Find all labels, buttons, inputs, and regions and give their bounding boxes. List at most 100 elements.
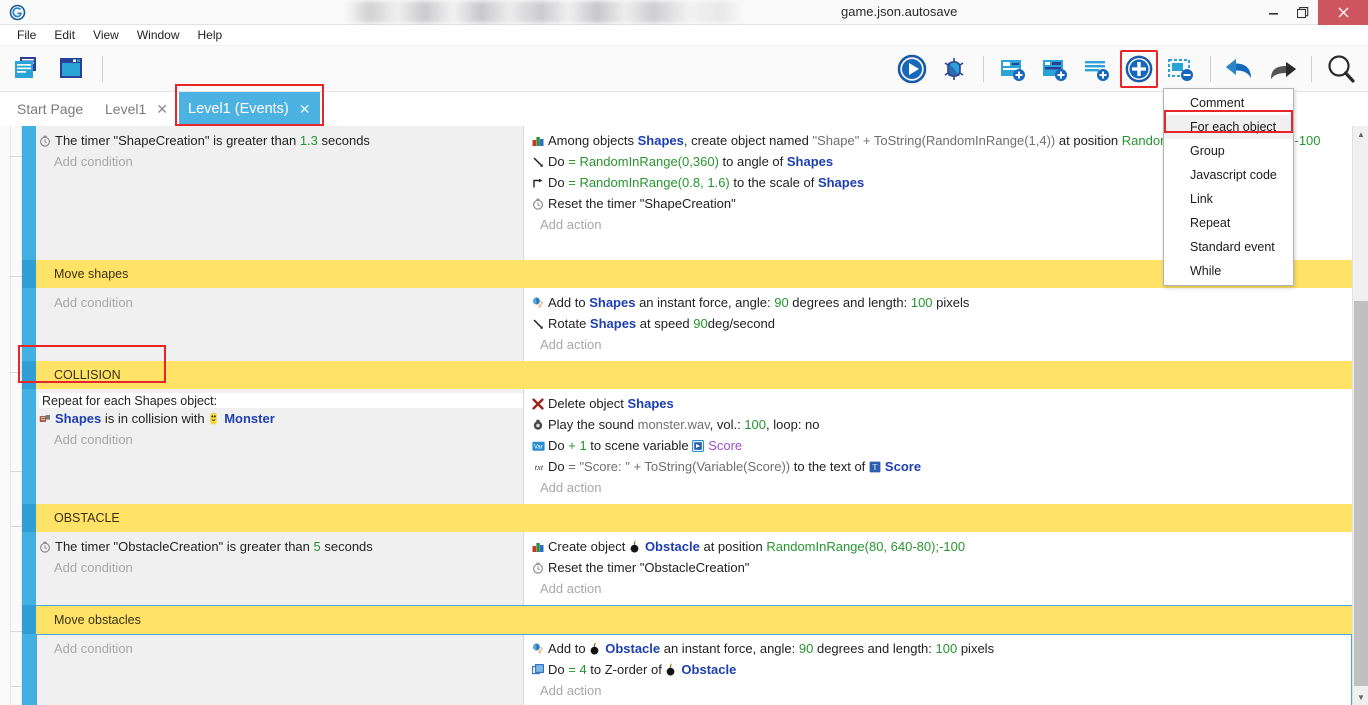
- obstacle-group[interactable]: OBSTACLE: [22, 504, 1352, 532]
- move-obstacles-event[interactable]: Add condition Add to Obstacle an instant …: [22, 634, 1352, 705]
- instruction-text: to Z-order of: [587, 662, 666, 677]
- vertical-scrollbar[interactable]: ▲ ▼: [1352, 126, 1368, 705]
- collision-foreach-event[interactable]: Repeat for each Shapes object:Shapes is …: [22, 389, 1352, 504]
- scrollbar-thumb[interactable]: [1354, 301, 1368, 686]
- add-action-placeholder[interactable]: Add action: [532, 477, 1352, 498]
- menu-help[interactable]: Help: [189, 26, 232, 44]
- add-sub-event-icon[interactable]: [994, 50, 1032, 88]
- instruction-line[interactable]: Create object Obstacle at position Rando…: [532, 536, 1352, 557]
- instruction-text: at speed: [636, 316, 693, 331]
- move-shapes-event[interactable]: Add condition Add to Shapes an instant fo…: [22, 288, 1352, 361]
- move-shapes-group[interactable]: Move shapes: [22, 260, 1352, 288]
- menu-edit[interactable]: Edit: [45, 26, 84, 44]
- instruction-line[interactable]: The timer "ShapeCreation" is greater tha…: [39, 130, 523, 151]
- conditions-column[interactable]: Add condition: [36, 634, 524, 705]
- add-event-dropdown-menu[interactable]: CommentFor each objectGroupJavascript co…: [1163, 88, 1294, 286]
- group-title[interactable]: OBSTACLE: [36, 504, 1352, 532]
- text-icon: txt: [532, 461, 547, 473]
- instruction-line[interactable]: Play the sound monster.wav, vol.: 100, l…: [532, 414, 1352, 435]
- scroll-down-arrow[interactable]: ▼: [1353, 689, 1368, 705]
- conditions-column[interactable]: The timer "ObstacleCreation" is greater …: [36, 532, 524, 605]
- dropdown-item-javascript-code[interactable]: Javascript code: [1164, 163, 1293, 187]
- instruction-text: Rotate: [548, 316, 590, 331]
- group-title[interactable]: Move shapes: [36, 260, 1352, 288]
- instruction-text: pixels: [933, 295, 970, 310]
- minimize-button[interactable]: [1258, 0, 1288, 25]
- obstacle-creation-event[interactable]: The timer "ObstacleCreation" is greater …: [22, 532, 1352, 605]
- instruction-text: 100: [911, 295, 933, 310]
- dropdown-item-comment[interactable]: Comment: [1164, 91, 1293, 115]
- tab-close-icon[interactable]: ✕: [299, 101, 311, 118]
- add-condition-placeholder[interactable]: Add condition: [39, 638, 523, 659]
- add-action-placeholder[interactable]: Add action: [532, 578, 1352, 599]
- conditions-column[interactable]: Add condition: [36, 288, 524, 361]
- obstacle-object-icon: [665, 663, 680, 676]
- debug-icon[interactable]: [935, 50, 973, 88]
- event-indent-bar: [22, 288, 36, 361]
- instruction-line[interactable]: Delete object Shapes: [532, 393, 1352, 414]
- add-action-placeholder[interactable]: Add action: [532, 680, 1352, 701]
- instruction-line[interactable]: Add to Shapes an instant force, angle: 9…: [532, 292, 1352, 313]
- shape-creation-event[interactable]: The timer "ShapeCreation" is greater tha…: [22, 126, 1352, 260]
- dropdown-item-link[interactable]: Link: [1164, 187, 1293, 211]
- dropdown-item-standard-event[interactable]: Standard event: [1164, 235, 1293, 259]
- tab-level1[interactable]: Level1 ✕: [96, 92, 177, 126]
- instruction-text: Shapes: [55, 411, 101, 426]
- move-obstacles-group[interactable]: Move obstacles: [22, 605, 1352, 634]
- collision-group[interactable]: COLLISION: [22, 361, 1352, 389]
- add-event-icon[interactable]: [1036, 50, 1074, 88]
- event-indent-bar: [22, 532, 36, 605]
- tab-start-page[interactable]: Start Page: [8, 92, 92, 126]
- menu-window[interactable]: Window: [128, 26, 189, 44]
- dropdown-item-while[interactable]: While: [1164, 259, 1293, 283]
- instruction-line[interactable]: The timer "ObstacleCreation" is greater …: [39, 536, 523, 557]
- dropdown-item-repeat[interactable]: Repeat: [1164, 211, 1293, 235]
- instruction-line[interactable]: Do = 4 to Z-order of Obstacle: [532, 659, 1352, 680]
- group-title[interactable]: Move obstacles: [36, 605, 1352, 634]
- scroll-up-arrow[interactable]: ▲: [1353, 126, 1368, 142]
- add-condition-placeholder[interactable]: Add condition: [39, 557, 523, 578]
- maximize-button[interactable]: [1288, 0, 1318, 25]
- add-other-event-icon[interactable]: [1120, 50, 1158, 88]
- add-condition-placeholder[interactable]: Add condition: [39, 429, 523, 450]
- redo-icon[interactable]: [1263, 50, 1301, 88]
- event-indent-bar: [22, 605, 36, 634]
- instruction-line[interactable]: Reset the timer "ObstacleCreation": [532, 557, 1352, 578]
- angle-icon: [532, 156, 547, 168]
- preview-play-icon[interactable]: [893, 50, 931, 88]
- conditions-column[interactable]: Repeat for each Shapes object:Shapes is …: [36, 389, 524, 504]
- instruction-text: 100: [744, 417, 766, 432]
- add-condition-placeholder[interactable]: Add condition: [39, 151, 523, 172]
- start-page-icon[interactable]: [52, 50, 90, 88]
- actions-column[interactable]: Delete object ShapesPlay the sound monst…: [524, 389, 1352, 504]
- delete-event-icon[interactable]: [1162, 50, 1200, 88]
- instruction-line[interactable]: VarDo + 1 to scene variable Score: [532, 435, 1352, 456]
- actions-column[interactable]: Create object Obstacle at position Rando…: [524, 532, 1352, 605]
- instruction-text: to angle of: [719, 154, 787, 169]
- instruction-line[interactable]: Add to Obstacle an instant force, angle:…: [532, 638, 1352, 659]
- menu-view[interactable]: View: [84, 26, 128, 44]
- project-manager-icon[interactable]: [8, 50, 46, 88]
- tab-close-icon[interactable]: ✕: [156, 101, 168, 118]
- timer-icon: [532, 198, 547, 210]
- menu-file[interactable]: File: [8, 26, 45, 44]
- undo-icon[interactable]: [1221, 50, 1259, 88]
- actions-column[interactable]: Add to Obstacle an instant force, angle:…: [524, 634, 1352, 705]
- group-title[interactable]: COLLISION: [36, 361, 1352, 389]
- instruction-text: The timer "ObstacleCreation" is greater …: [55, 539, 314, 554]
- dropdown-item-for-each-object[interactable]: For each object: [1164, 115, 1293, 139]
- dropdown-item-group[interactable]: Group: [1164, 139, 1293, 163]
- search-icon[interactable]: [1322, 50, 1360, 88]
- add-comment-icon[interactable]: [1078, 50, 1116, 88]
- close-button[interactable]: [1318, 0, 1368, 25]
- instruction-line[interactable]: Rotate Shapes at speed 90deg/second: [532, 313, 1352, 334]
- instruction-text: 5: [314, 539, 321, 554]
- tab-level1-events[interactable]: Level1 (Events) ✕: [179, 92, 320, 126]
- actions-column[interactable]: Add to Shapes an instant force, angle: 9…: [524, 288, 1352, 361]
- add-action-placeholder[interactable]: Add action: [532, 334, 1352, 355]
- instruction-line[interactable]: txtDo = "Score: " + ToString(Variable(Sc…: [532, 456, 1352, 477]
- conditions-column[interactable]: The timer "ShapeCreation" is greater tha…: [36, 126, 524, 260]
- add-condition-placeholder[interactable]: Add condition: [39, 292, 523, 313]
- variable-icon: Var: [532, 441, 547, 452]
- instruction-line[interactable]: Shapes is in collision with Monster: [39, 408, 523, 429]
